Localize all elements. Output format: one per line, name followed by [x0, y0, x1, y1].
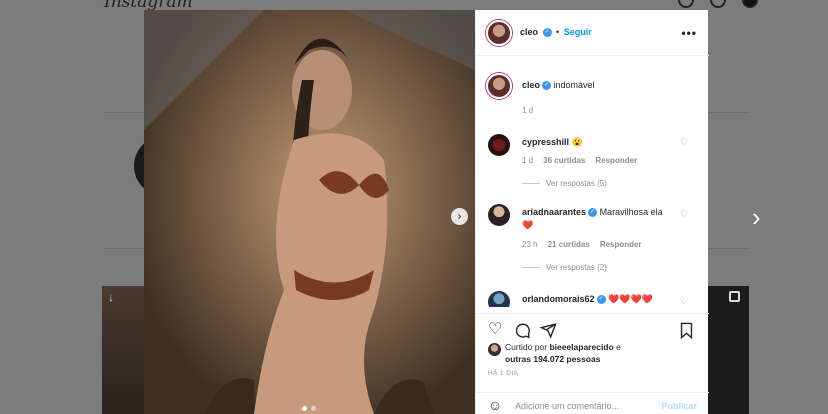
- chevron-right-icon[interactable]: ›: [752, 204, 761, 230]
- likes-line-2: outras 194.072 pessoas: [488, 353, 621, 365]
- caption-body: indomável: [553, 80, 595, 90]
- carousel-dots: [302, 406, 316, 411]
- profile-avatar-icon[interactable]: [742, 0, 758, 8]
- view-replies-label[interactable]: Ver respostas (5): [546, 179, 607, 188]
- comment-likes[interactable]: 36 curtidas: [543, 156, 585, 165]
- caption-age: 1 d: [522, 106, 534, 115]
- carousel-dot: [302, 406, 307, 411]
- caption-text: cleo ✓ indomável: [522, 79, 672, 92]
- commenter-avatar[interactable]: [488, 291, 510, 307]
- post-modal: › cleo ✓ • Seguir ••• cleo ✓ indomável 1…: [144, 10, 709, 414]
- follow-button[interactable]: Seguir: [564, 27, 592, 37]
- comment-age: 1 d: [522, 156, 534, 165]
- author-avatar[interactable]: [486, 20, 512, 46]
- grid-thumbnail[interactable]: [707, 286, 749, 414]
- likes-line-1: Curtido por bieeelaparecido e: [488, 341, 621, 353]
- replies-line: [522, 267, 540, 268]
- view-replies[interactable]: Ver respostas (5): [522, 179, 607, 188]
- comment-username[interactable]: ariadnaarantes: [522, 207, 586, 217]
- bookmark-icon[interactable]: [679, 322, 694, 343]
- replies-line: [522, 183, 540, 184]
- heart-icon[interactable]: ♡: [680, 296, 688, 307]
- top-nav-icons: [678, 0, 758, 8]
- verified-badge-icon: ✓: [542, 28, 552, 38]
- author-avatar[interactable]: [486, 73, 512, 99]
- photo-illustration: [144, 10, 475, 414]
- verified-badge-icon: ✓: [588, 208, 598, 218]
- comment-body: ❤️❤️❤️❤️: [608, 294, 653, 304]
- post-header: cleo ✓ • Seguir •••: [476, 10, 709, 56]
- comment-meta: 1 d 36 curtidas Responder: [522, 156, 637, 165]
- emoji-icon[interactable]: ☺: [488, 397, 502, 413]
- view-replies-label[interactable]: Ver respostas (2): [546, 263, 607, 272]
- comment-likes[interactable]: 21 curtidas: [548, 240, 590, 249]
- comment-icon[interactable]: [514, 322, 531, 343]
- comment-text: cypresshill 😮: [522, 136, 672, 149]
- liked-by-prefix: Curtido por: [505, 342, 548, 352]
- comments-list[interactable]: cleo ✓ indomável 1 d cypresshill 😮 ♡ 1 d …: [476, 57, 709, 307]
- separator-dot: •: [556, 27, 560, 37]
- heart-icon[interactable]: ♡: [680, 209, 688, 220]
- heart-icon[interactable]: ♡: [680, 137, 688, 148]
- comment-text: ariadnaarantes ✓ Maravilhosa ela ❤️: [522, 206, 672, 232]
- publish-button[interactable]: Publicar: [661, 401, 697, 411]
- comment-username[interactable]: cypresshill: [522, 137, 569, 147]
- activity-icon[interactable]: [710, 0, 726, 8]
- carousel-icon: [729, 291, 740, 302]
- liked-by-others[interactable]: outras 194.072 pessoas: [505, 354, 600, 364]
- next-photo-button[interactable]: ›: [451, 208, 468, 225]
- reply-button[interactable]: Responder: [595, 156, 637, 165]
- post-timestamp[interactable]: HÁ 1 DIA: [488, 370, 518, 377]
- liked-by-user[interactable]: bieeelaparecido: [549, 342, 613, 352]
- post-photo[interactable]: ›: [144, 10, 475, 414]
- heart-icon[interactable]: ♡: [488, 322, 502, 338]
- download-icon: ↓: [108, 290, 114, 304]
- commenter-avatar[interactable]: [488, 134, 510, 156]
- comment-text: orlandomorais62 ✓ ❤️❤️❤️❤️: [522, 293, 672, 306]
- add-comment-bar: ☺ Adicione um comentário... Publicar: [476, 392, 709, 414]
- comment-body: 😮: [571, 137, 583, 147]
- more-options-icon[interactable]: •••: [681, 27, 697, 39]
- likes-summary: Curtido por bieeelaparecido e outras 194…: [488, 341, 621, 365]
- caption-meta: 1 d: [522, 106, 533, 115]
- comment-username[interactable]: orlandomorais62: [522, 294, 595, 304]
- share-icon[interactable]: [539, 322, 557, 343]
- post-panel: cleo ✓ • Seguir ••• cleo✓ indomável 1 d: [475, 10, 709, 414]
- liked-by-and: e: [616, 342, 621, 352]
- view-replies[interactable]: Ver respostas (2): [522, 263, 607, 272]
- carousel-dot: [311, 406, 316, 411]
- verified-badge-icon: ✓: [596, 295, 606, 305]
- reply-button[interactable]: Responder: [600, 240, 642, 249]
- liker-avatar[interactable]: [488, 343, 501, 356]
- comment-meta: 23 h 21 curtidas Responder: [522, 240, 642, 249]
- commenter-avatar[interactable]: [488, 204, 510, 226]
- verified-badge-icon: ✓: [542, 81, 552, 91]
- caption-username[interactable]: cleo: [522, 80, 540, 90]
- explore-icon[interactable]: [678, 0, 694, 8]
- comment-input[interactable]: Adicione um comentário...: [515, 401, 619, 411]
- comment-age: 23 h: [522, 240, 538, 249]
- author-username[interactable]: cleo: [520, 27, 538, 37]
